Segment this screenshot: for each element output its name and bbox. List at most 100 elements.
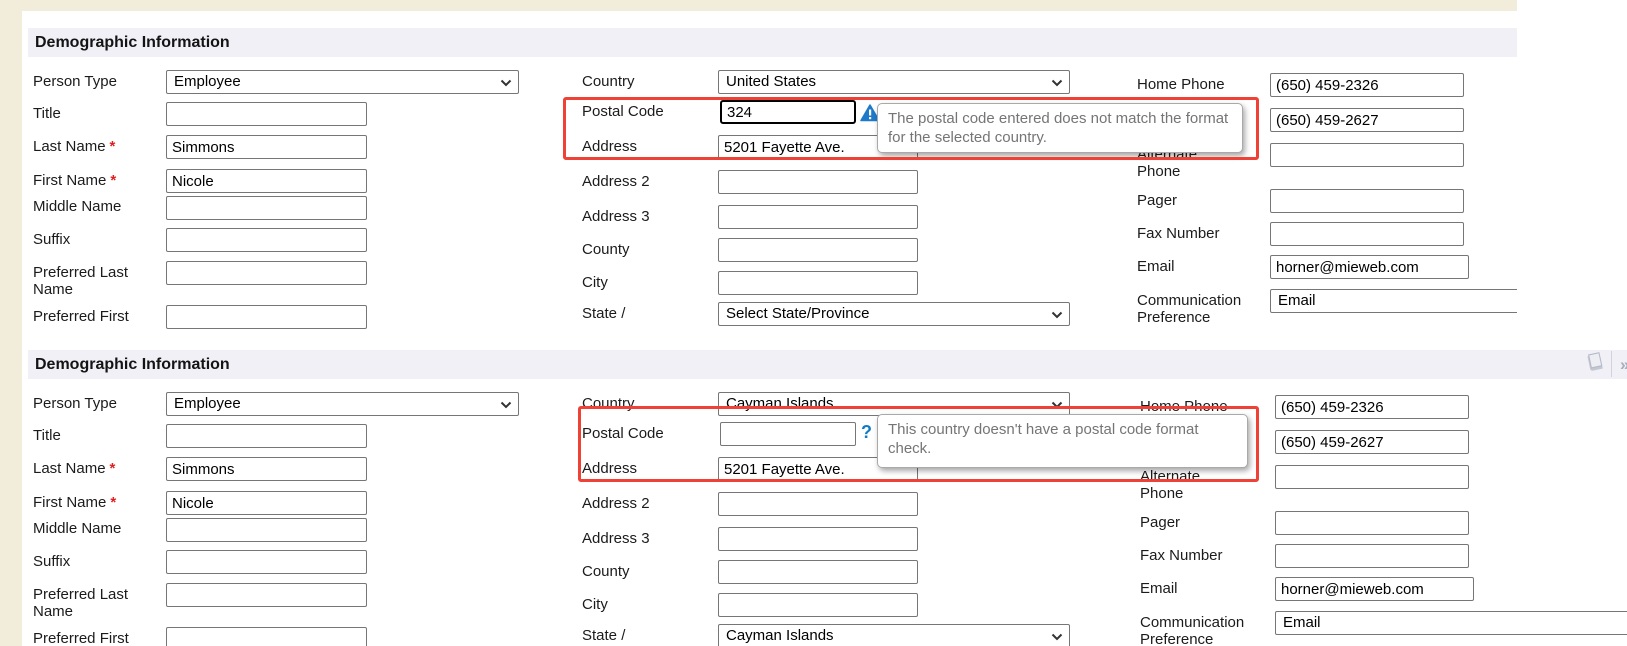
suffix-label: Suffix xyxy=(33,553,70,570)
fax-number-input[interactable] xyxy=(1275,544,1469,568)
home-phone-input[interactable] xyxy=(1270,73,1464,97)
tooltip-text: This country doesn't have a postal code … xyxy=(888,421,1199,457)
address2-label: Address 2 xyxy=(582,173,650,190)
communication-preference-label: Communication Preference xyxy=(1137,292,1257,326)
preferred-last-name-input[interactable] xyxy=(166,261,367,285)
required-asterisk: * xyxy=(110,172,116,189)
state-province-label: State / xyxy=(582,305,652,322)
chevron-down-icon xyxy=(500,79,512,87)
person-type-label: Person Type xyxy=(33,73,117,90)
pager-input[interactable] xyxy=(1270,189,1464,213)
country-label: Country xyxy=(582,73,635,90)
last-name-label: Last Name* xyxy=(33,460,115,477)
suffix-input[interactable] xyxy=(166,550,367,574)
pager-input[interactable] xyxy=(1275,511,1469,535)
title-input[interactable] xyxy=(166,424,367,448)
preferred-first-label: Preferred First xyxy=(33,630,151,646)
person-type-value: Employee xyxy=(174,73,241,90)
demographic-panel-bottom: Demographic Information » Person Type Em… xyxy=(0,334,1627,646)
county-input[interactable] xyxy=(718,238,918,262)
city-input[interactable] xyxy=(718,593,918,617)
address3-input[interactable] xyxy=(718,527,918,551)
address2-input[interactable] xyxy=(718,170,918,194)
state-province-value: Cayman Islands xyxy=(726,627,834,644)
alternate-phone-label: Alternate Phone xyxy=(1140,468,1220,502)
title-input[interactable] xyxy=(166,102,367,126)
required-asterisk: * xyxy=(110,494,116,511)
phone2-input[interactable] xyxy=(1270,108,1464,132)
chevron-down-icon xyxy=(1051,311,1063,319)
home-phone-label: Home Phone xyxy=(1140,398,1228,415)
middle-name-label: Middle Name xyxy=(33,198,121,215)
alternate-phone-input[interactable] xyxy=(1270,143,1464,167)
phone2-input[interactable] xyxy=(1275,430,1469,454)
city-label: City xyxy=(582,596,608,613)
preferred-last-name-label: Preferred Last Name xyxy=(33,586,151,620)
communication-preference-label: Communication Preference xyxy=(1140,614,1260,646)
collapse-chevron-icon[interactable]: » xyxy=(1620,355,1627,375)
preferred-last-name-input[interactable] xyxy=(166,583,367,607)
last-name-label: Last Name* xyxy=(33,138,115,155)
preferred-first-input[interactable] xyxy=(166,627,367,646)
title-label: Title xyxy=(33,427,61,444)
middle-name-input[interactable] xyxy=(166,196,367,220)
fax-number-label: Fax Number xyxy=(1137,225,1220,242)
section-header: Demographic Information xyxy=(28,28,1517,57)
address-book-icon[interactable] xyxy=(1583,351,1607,375)
last-name-input[interactable] xyxy=(166,457,367,481)
middle-name-label: Middle Name xyxy=(33,520,121,537)
country-select[interactable]: Cayman Islands xyxy=(718,392,1070,416)
postal-code-input[interactable] xyxy=(720,100,856,124)
person-type-value: Employee xyxy=(174,395,241,412)
first-name-input[interactable] xyxy=(166,169,367,193)
email-input[interactable] xyxy=(1275,577,1474,601)
first-name-input[interactable] xyxy=(166,491,367,515)
postal-code-tooltip: The postal code entered does not match t… xyxy=(877,103,1243,153)
chevron-down-icon xyxy=(1051,401,1063,409)
middle-name-input[interactable] xyxy=(166,518,367,542)
email-label: Email xyxy=(1137,258,1175,275)
person-type-select[interactable]: Employee xyxy=(166,392,519,416)
chevron-down-icon xyxy=(1051,633,1063,641)
last-name-input[interactable] xyxy=(166,135,367,159)
pager-label: Pager xyxy=(1140,514,1180,531)
section-title: Demographic Information xyxy=(35,350,230,379)
state-province-value: Select State/Province xyxy=(726,305,869,322)
postal-code-tooltip: This country doesn't have a postal code … xyxy=(877,414,1248,468)
preferred-last-name-label: Preferred Last Name xyxy=(33,264,151,298)
address2-label: Address 2 xyxy=(582,495,650,512)
fax-number-input[interactable] xyxy=(1270,222,1464,246)
email-input[interactable] xyxy=(1270,255,1469,279)
first-name-label: First Name* xyxy=(33,494,116,511)
demographic-panel-top: Demographic Information Person Type Empl… xyxy=(0,0,1517,334)
address2-input[interactable] xyxy=(718,492,918,516)
section-header: Demographic Information xyxy=(28,350,1627,379)
country-value: United States xyxy=(726,73,816,90)
home-phone-input[interactable] xyxy=(1275,395,1469,419)
city-input[interactable] xyxy=(718,271,918,295)
section-title: Demographic Information xyxy=(35,28,230,57)
address3-input[interactable] xyxy=(718,205,918,229)
required-asterisk: * xyxy=(110,138,116,155)
communication-preference-select[interactable]: Email xyxy=(1275,611,1627,635)
chevron-down-icon xyxy=(1051,79,1063,87)
country-select[interactable]: United States xyxy=(718,70,1070,94)
title-label: Title xyxy=(33,105,61,122)
chevron-down-icon xyxy=(500,401,512,409)
suffix-input[interactable] xyxy=(166,228,367,252)
preferred-first-input[interactable] xyxy=(166,305,367,329)
alternate-phone-input[interactable] xyxy=(1275,465,1469,489)
preferred-first-label: Preferred First xyxy=(33,308,151,325)
required-asterisk: * xyxy=(110,460,116,477)
county-label: County xyxy=(582,563,630,580)
state-province-select[interactable]: Select State/Province xyxy=(718,302,1070,326)
tooltip-text: The postal code entered does not match t… xyxy=(888,110,1228,146)
question-icon: ? xyxy=(861,423,872,441)
postal-code-input[interactable] xyxy=(720,422,856,446)
address3-label: Address 3 xyxy=(582,208,650,225)
state-province-select[interactable]: Cayman Islands xyxy=(718,624,1070,646)
country-value: Cayman Islands xyxy=(726,395,834,412)
county-input[interactable] xyxy=(718,560,918,584)
person-type-select[interactable]: Employee xyxy=(166,70,519,94)
communication-preference-select[interactable]: Email xyxy=(1270,289,1517,313)
